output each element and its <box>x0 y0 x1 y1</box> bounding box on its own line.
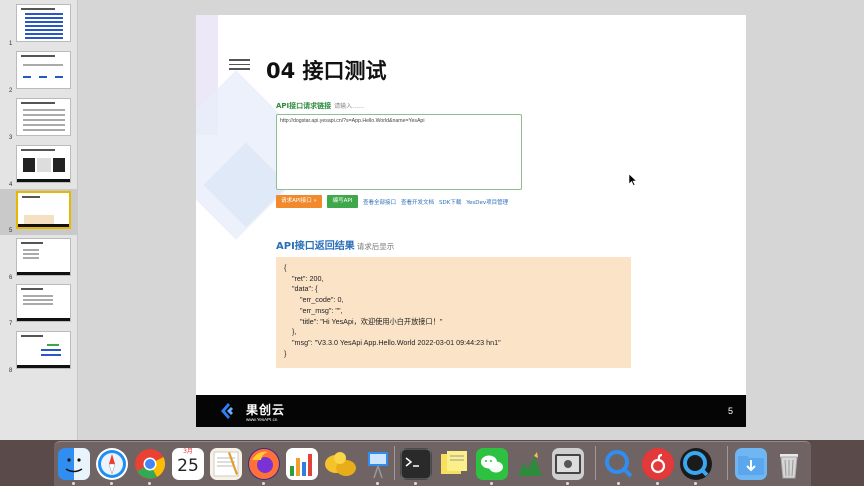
terminal-icon[interactable] <box>400 448 432 480</box>
footer-url: www.YesAPI.cn <box>246 417 278 422</box>
thumbnail-number: 7 <box>9 321 13 327</box>
thumbnail-preview <box>16 4 71 42</box>
write-api-button[interactable]: 编写API <box>327 195 358 208</box>
trash-icon[interactable] <box>773 448 805 480</box>
calendar-icon[interactable]: 3月 25 <box>172 448 204 480</box>
response-line: { <box>284 263 287 272</box>
current-slide[interactable]: 04 接口测试 API接口请求链接 请输入…… http://dogstar.ap… <box>196 15 746 427</box>
keynote-icon[interactable] <box>324 448 356 480</box>
running-indicator <box>566 482 569 485</box>
response-hint: 请求后显示 <box>356 242 395 251</box>
stickies-icon[interactable] <box>438 448 470 480</box>
mouse-cursor-icon <box>629 174 637 186</box>
calendar-month: 3月 <box>183 448 193 455</box>
dock-separator <box>595 446 596 480</box>
yesapi-logo-icon <box>221 403 233 419</box>
request-api-button[interactable]: 请求API接口 » <box>276 195 322 208</box>
thumbnail-preview <box>16 98 71 136</box>
running-indicator <box>72 482 75 485</box>
slide-thumbnail-3[interactable]: 3 <box>0 96 78 142</box>
thumbnail-preview <box>16 145 71 183</box>
request-label-text: API接口请求链接 <box>276 102 332 110</box>
links-row: 查看全部接口 查看开发文档 SDK下载 YesDev项目管理 <box>363 198 513 206</box>
qq-icon[interactable] <box>603 448 635 480</box>
thumbnail-number: 6 <box>9 275 13 281</box>
response-label: API接口返回结果 请求后显示 <box>276 237 394 252</box>
downloads-icon[interactable] <box>735 448 767 480</box>
thumbnail-preview <box>16 331 71 369</box>
thumbnail-preview <box>16 51 71 89</box>
thumbnail-number: 4 <box>9 182 13 188</box>
finder-icon[interactable] <box>58 448 90 480</box>
slide-thumbnail-2[interactable]: 2 <box>0 49 78 95</box>
slide-thumbnail-1[interactable]: 1 <box>0 2 78 48</box>
firefox-icon[interactable] <box>248 448 280 480</box>
dock-separator <box>727 446 728 480</box>
quicktime-icon[interactable] <box>680 448 712 480</box>
response-line: }, <box>284 327 297 337</box>
request-url-input[interactable]: http://dogstar.api.yesapi.cn/?s=App.Hell… <box>276 114 522 190</box>
thumbnail-number: 3 <box>9 135 13 141</box>
response-line: "ret": 200, <box>284 273 324 283</box>
footer-brand: 果创云 <box>246 403 286 417</box>
running-indicator <box>262 482 265 485</box>
slide-footer: 果创云 www.YesAPI.cn 5 <box>196 395 746 427</box>
textedit-icon[interactable] <box>210 448 242 480</box>
running-indicator <box>490 482 493 485</box>
response-output: { "ret": 200, "data": { "err_code": 0, "… <box>276 257 631 368</box>
thumbnail-number: 8 <box>9 368 13 374</box>
wechat-icon[interactable] <box>476 448 508 480</box>
response-line: } <box>284 348 287 358</box>
keynote-icon[interactable] <box>362 448 394 480</box>
response-line: "data": { <box>284 284 318 294</box>
thumbnail-number: 2 <box>9 88 13 94</box>
thumbnail-preview <box>16 238 71 276</box>
dock-separator <box>394 446 395 480</box>
calendar-day: 25 <box>177 456 199 476</box>
request-hint: 请输入…… <box>334 103 365 110</box>
thumbnail-number: 5 <box>9 228 13 234</box>
robinhood-icon[interactable] <box>514 448 546 480</box>
slide-thumbnail-4[interactable]: 4 <box>0 143 78 189</box>
slide-thumbnail-5[interactable]: 5 <box>0 189 78 235</box>
running-indicator <box>110 482 113 485</box>
thumbnail-preview <box>16 284 71 322</box>
running-indicator <box>376 482 379 485</box>
screenshot-icon[interactable] <box>552 448 584 480</box>
response-line: "err_msg": "", <box>284 305 343 315</box>
thumbnail-number: 1 <box>9 41 13 47</box>
safari-icon[interactable] <box>96 448 128 480</box>
netease-music-icon[interactable] <box>642 448 674 480</box>
slide-title: 04 接口测试 <box>266 59 387 83</box>
slide-thumbnail-6[interactable]: 6 <box>0 236 78 282</box>
slide-thumbnail-8[interactable]: 8 <box>0 329 78 375</box>
running-indicator <box>414 482 417 485</box>
running-indicator <box>694 482 697 485</box>
menu-icon <box>229 59 250 73</box>
link-yesdev[interactable]: YesDev项目管理 <box>466 200 508 206</box>
running-indicator <box>656 482 659 485</box>
thumbnail-preview <box>16 191 71 229</box>
response-line: "msg": "V3.3.0 YesApi App.Hello.World 20… <box>284 337 501 347</box>
link-all-apis[interactable]: 查看全部接口 <box>363 200 396 206</box>
page-number: 5 <box>727 406 733 416</box>
response-line: "title": "Hi YesApi，欢迎使用小白开放接口！" <box>284 316 443 326</box>
numbers-icon[interactable] <box>286 448 318 480</box>
link-dev-docs[interactable]: 查看开发文档 <box>401 200 434 206</box>
response-label-text: API接口返回结果 <box>276 241 355 252</box>
slide-thumbnail-7[interactable]: 7 <box>0 282 78 328</box>
request-label: API接口请求链接 请输入…… <box>276 101 364 111</box>
chrome-icon[interactable] <box>134 448 166 480</box>
slide-thumbnail-panel[interactable]: 1 2 3 4 5 6 7 8 <box>0 0 78 440</box>
link-sdk-download[interactable]: SDK下载 <box>439 200 461 206</box>
running-indicator <box>148 482 151 485</box>
response-line: "err_code": 0, <box>284 295 344 305</box>
running-indicator <box>617 482 620 485</box>
